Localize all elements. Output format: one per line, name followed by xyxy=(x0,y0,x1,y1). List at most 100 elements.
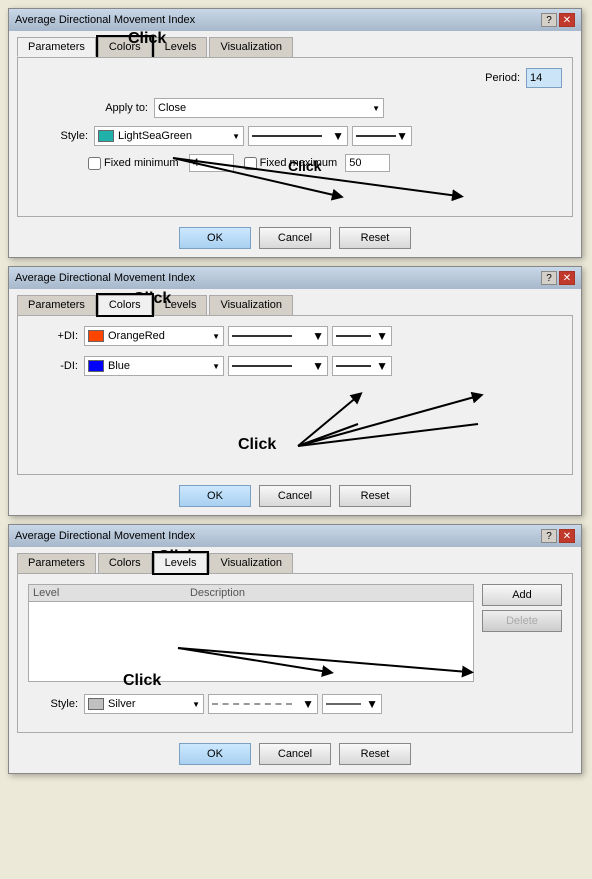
click-annotation-3b: Click xyxy=(123,672,161,690)
tab-bar-3: Parameters Colors Levels Visualization xyxy=(17,553,573,573)
tab-content-3: Click Level Description xyxy=(17,573,573,733)
plus-di-color-name: OrangeRed xyxy=(108,330,165,342)
click-annotation-1b: Click xyxy=(288,158,321,174)
dialog-body-2: Parameters Colors Levels Visualization C… xyxy=(9,289,581,515)
dialog-body-3: Parameters Colors Levels Visualization C… xyxy=(9,547,581,773)
minus-di-color-swatch xyxy=(88,360,104,372)
button-row-2: OK Cancel Reset xyxy=(17,485,573,507)
plus-di-color-select[interactable]: OrangeRed ▼ xyxy=(84,326,224,346)
titlebar-buttons-3: ? ✕ xyxy=(541,529,575,543)
tab-parameters-2[interactable]: Parameters xyxy=(17,295,96,315)
click-annotation-1: Click xyxy=(128,30,166,48)
help-button-2[interactable]: ? xyxy=(541,271,557,285)
cancel-button-2[interactable]: Cancel xyxy=(259,485,331,507)
apply-to-value: Close xyxy=(158,102,186,114)
level-style-color-swatch xyxy=(88,698,104,710)
levels-tbody xyxy=(29,602,474,682)
minus-di-color-select[interactable]: Blue ▼ xyxy=(84,356,224,376)
levels-section: Level Description Add Delete xyxy=(28,584,562,688)
titlebar-2: Average Directional Movement Index ? ✕ xyxy=(9,267,581,289)
period-input[interactable] xyxy=(526,68,562,88)
level-style-color-select[interactable]: Silver ▼ xyxy=(84,694,204,714)
fixed-min-label[interactable]: Fixed minimum xyxy=(88,157,179,170)
reset-button-1[interactable]: Reset xyxy=(339,227,411,249)
line-width-display xyxy=(356,135,396,137)
style-label: Style: xyxy=(28,130,88,142)
help-button-3[interactable]: ? xyxy=(541,529,557,543)
button-row-1: OK Cancel Reset xyxy=(17,227,573,249)
tab-parameters-3[interactable]: Parameters xyxy=(17,553,96,573)
minus-di-line-width[interactable]: ▼ xyxy=(332,356,392,376)
tab-colors-2[interactable]: Colors xyxy=(98,295,152,315)
level-style-color-name: Silver xyxy=(108,698,136,710)
style-row: Style: LightSeaGreen ▼ ▼ ▼ xyxy=(28,126,562,146)
line-style-display xyxy=(252,135,322,137)
plus-di-line-style[interactable]: ▼ xyxy=(228,326,328,346)
fixed-minmax-row: Fixed minimum Click Fixed maximum xyxy=(28,154,562,172)
dialog-3: Average Directional Movement Index ? ✕ P… xyxy=(8,524,582,774)
ok-button-1[interactable]: OK xyxy=(179,227,251,249)
tab-colors-3[interactable]: Colors xyxy=(98,553,152,573)
add-level-button[interactable]: Add xyxy=(482,584,562,606)
dialog-body-1: Parameters Colors Levels Visualization C… xyxy=(9,31,581,257)
tab-parameters-1[interactable]: Parameters xyxy=(17,37,96,57)
cancel-button-1[interactable]: Cancel xyxy=(259,227,331,249)
ok-button-3[interactable]: OK xyxy=(179,743,251,765)
dropdown-arrow: ▼ xyxy=(372,104,380,113)
tab-bar-1: Parameters Colors Levels Visualization xyxy=(17,37,573,57)
tab-visualization-2[interactable]: Visualization xyxy=(209,295,293,315)
minus-di-row: -DI: Blue ▼ ▼ ▼ xyxy=(28,356,562,376)
delete-level-button[interactable]: Delete xyxy=(482,610,562,632)
line-style-select[interactable]: ▼ xyxy=(248,126,348,146)
tab-visualization-3[interactable]: Visualization xyxy=(209,553,293,573)
minus-di-label: -DI: xyxy=(28,360,78,372)
titlebar-3: Average Directional Movement Index ? ✕ xyxy=(9,525,581,547)
arrow-svg-2 xyxy=(18,386,588,466)
arrow-svg-1 xyxy=(18,138,588,218)
tab-visualization-1[interactable]: Visualization xyxy=(209,37,293,57)
tab-bar-2: Parameters Colors Levels Visualization xyxy=(17,295,573,315)
description-col-header: Description xyxy=(186,585,474,602)
level-line-style[interactable]: ▼ xyxy=(208,694,318,714)
plus-di-line-width[interactable]: ▼ xyxy=(332,326,392,346)
plus-di-color-swatch xyxy=(88,330,104,342)
close-button-2[interactable]: ✕ xyxy=(559,271,575,285)
titlebar-1: Average Directional Movement Index ? ✕ xyxy=(9,9,581,31)
apply-to-select[interactable]: Close ▼ xyxy=(154,98,384,118)
apply-to-label: Apply to: xyxy=(28,102,148,114)
fixed-min-input[interactable] xyxy=(189,154,234,172)
style-color-swatch xyxy=(98,130,114,142)
fixed-max-input[interactable] xyxy=(345,154,390,172)
fixed-max-checkbox[interactable] xyxy=(244,157,257,170)
level-style-color-arrow: ▼ xyxy=(192,700,200,709)
minus-di-color-arrow: ▼ xyxy=(212,362,220,371)
dialog-title-3: Average Directional Movement Index xyxy=(15,530,195,542)
close-button-1[interactable]: ✕ xyxy=(559,13,575,27)
ok-button-2[interactable]: OK xyxy=(179,485,251,507)
level-line-width[interactable]: ▼ xyxy=(322,694,382,714)
click-annotation-2b: Click xyxy=(238,436,276,454)
reset-button-2[interactable]: Reset xyxy=(339,485,411,507)
line-width-select[interactable]: ▼ xyxy=(352,126,412,146)
fixed-min-checkbox[interactable] xyxy=(88,157,101,170)
close-button-3[interactable]: ✕ xyxy=(559,529,575,543)
tab-levels-3[interactable]: Levels xyxy=(154,553,208,573)
titlebar-buttons-1: ? ✕ xyxy=(541,13,575,27)
line-width-arrow: ▼ xyxy=(396,129,408,143)
level-col-header: Level xyxy=(29,585,186,602)
tab-content-1: Click Period: Apply to: Close ▼ Style: xyxy=(17,57,573,217)
reset-button-3[interactable]: Reset xyxy=(339,743,411,765)
cancel-button-3[interactable]: Cancel xyxy=(259,743,331,765)
tab-content-2: Click +DI: OrangeRed ▼ ▼ ▼ xyxy=(17,315,573,475)
level-style-label: Style: xyxy=(28,698,78,710)
style-color-name: LightSeaGreen xyxy=(118,130,192,142)
minus-di-line-style[interactable]: ▼ xyxy=(228,356,328,376)
line-style-arrow: ▼ xyxy=(332,129,344,143)
help-button-1[interactable]: ? xyxy=(541,13,557,27)
minus-di-color-name: Blue xyxy=(108,360,130,372)
plus-di-label: +DI: xyxy=(28,330,78,342)
level-style-row: Style: Silver ▼ ▼ ▼ xyxy=(28,694,562,714)
level-buttons: Add Delete xyxy=(482,584,562,688)
style-color-select[interactable]: LightSeaGreen ▼ xyxy=(94,126,244,146)
dialog-title-1: Average Directional Movement Index xyxy=(15,14,195,26)
